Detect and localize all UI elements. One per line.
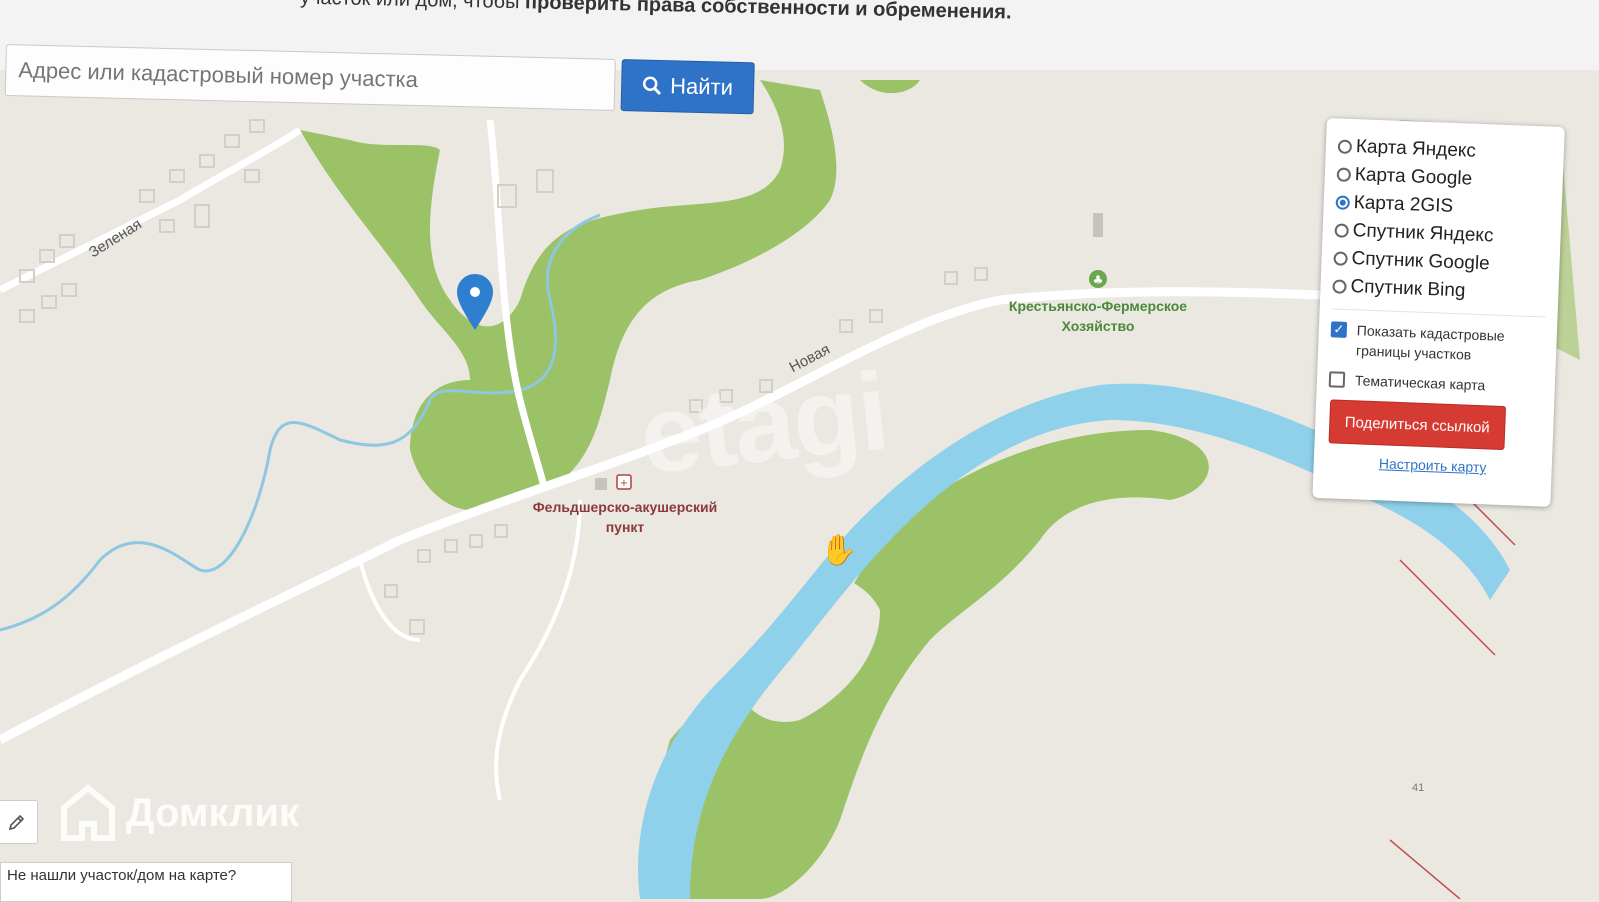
logo-text: Домклик (126, 790, 300, 835)
search-button-label: Найти (669, 73, 734, 100)
divider (1331, 308, 1546, 318)
cadastral-toggle[interactable]: ✓ Показать кадастровые границы участков (1330, 319, 1545, 367)
hand-cursor-icon: ✋ (820, 532, 857, 568)
layer-option-label: Спутник Bing (1350, 276, 1466, 302)
radio-button[interactable] (1333, 251, 1348, 266)
domclick-logo-icon (61, 784, 115, 841)
radio-button[interactable] (1334, 223, 1349, 238)
building (595, 478, 607, 490)
cadastral-label: Показать кадастровые границы участков (1355, 322, 1505, 363)
radio-button[interactable] (1336, 167, 1352, 182)
layer-option-label: Карта Google (1354, 164, 1473, 190)
svg-text:♣: ♣ (1093, 273, 1104, 287)
domclick-logo: Домклик (60, 784, 299, 842)
svg-text:+: + (620, 478, 628, 489)
radio-button[interactable] (1337, 139, 1353, 154)
layer-option-label: Спутник Яндекс (1352, 220, 1494, 247)
thematic-toggle[interactable]: Тематическая карта (1328, 369, 1544, 397)
building (1093, 213, 1103, 237)
search-icon (642, 76, 662, 96)
thematic-label: Тематическая карта (1354, 372, 1486, 394)
search-button[interactable]: Найти (620, 59, 755, 115)
map-layer-panel: Карта Яндекс Карта Google Карта 2GIS Спу… (1312, 118, 1565, 507)
configure-map-link[interactable]: Настроить карту (1326, 453, 1540, 477)
pencil-icon (8, 814, 25, 831)
checkbox-checked[interactable]: ✓ (1330, 321, 1348, 338)
map-scale-value: 41 (1412, 782, 1425, 794)
edit-button[interactable] (0, 800, 38, 844)
radio-button[interactable] (1332, 279, 1347, 294)
watermark: etagi (634, 349, 893, 498)
poi-label-farm: Крестьянско-Фермерское Хозяйство (1008, 298, 1188, 334)
layer-option-label: Спутник Google (1351, 248, 1491, 275)
not-found-link[interactable]: Не нашли участок/дом на карте? (0, 862, 292, 902)
layer-option-label: Карта 2GIS (1353, 192, 1454, 217)
radio-button-selected[interactable] (1335, 195, 1351, 210)
checkbox[interactable] (1328, 371, 1346, 388)
poi-label-clinic: Фельдшерско-акушерский пункт (532, 499, 718, 535)
layer-option-label: Карта Яндекс (1355, 136, 1477, 162)
share-link-button[interactable]: Поделиться ссылкой (1328, 399, 1507, 451)
